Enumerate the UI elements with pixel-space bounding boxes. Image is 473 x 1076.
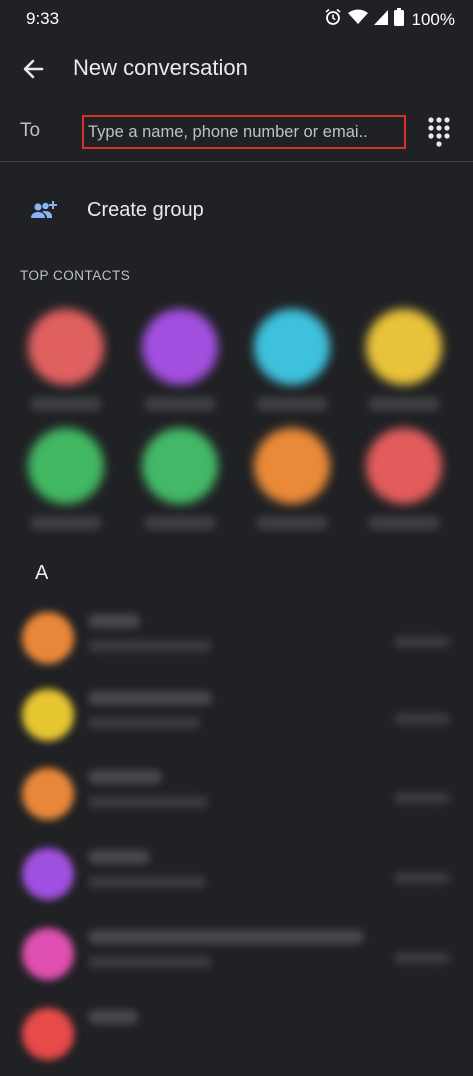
- battery-icon: [393, 8, 404, 31]
- alarm-icon: [324, 8, 342, 31]
- contact-list-item[interactable]: [0, 756, 473, 836]
- top-contact-item[interactable]: [130, 428, 230, 538]
- contact-name-placeholder: [88, 1010, 138, 1024]
- contact-name-placeholder: [30, 397, 102, 411]
- avatar: [142, 309, 218, 385]
- top-contact-item[interactable]: [354, 428, 454, 538]
- top-contact-item[interactable]: [242, 428, 342, 538]
- contact-name-placeholder: [256, 516, 328, 530]
- contact-detail-placeholder: [88, 640, 212, 652]
- contact-list-item[interactable]: [0, 677, 473, 757]
- create-group-button[interactable]: Create group: [0, 188, 473, 234]
- avatar: [22, 928, 74, 980]
- status-time: 9:33: [26, 9, 60, 28]
- contact-name-placeholder: [256, 397, 328, 411]
- battery-percentage: 100%: [411, 9, 455, 29]
- avatar: [366, 309, 442, 385]
- contact-name-placeholder: [88, 614, 140, 628]
- contact-list-item[interactable]: [0, 836, 473, 916]
- contact-type-placeholder: [394, 792, 450, 804]
- top-contact-item[interactable]: [354, 309, 454, 419]
- section-letter: A: [35, 562, 49, 584]
- contact-type-placeholder: [394, 872, 450, 884]
- contact-type-placeholder: [394, 713, 450, 725]
- contact-name-placeholder: [144, 516, 216, 530]
- contact-detail-placeholder: [88, 876, 206, 888]
- avatar: [22, 612, 74, 664]
- top-contact-item[interactable]: [130, 309, 230, 419]
- top-contact-item[interactable]: [16, 428, 116, 538]
- avatar: [22, 848, 74, 900]
- contact-detail-placeholder: [88, 717, 200, 729]
- contact-type-placeholder: [394, 636, 450, 648]
- contact-name-placeholder: [368, 397, 440, 411]
- page-title: New conversation: [73, 55, 248, 80]
- contact-name-placeholder: [88, 930, 364, 944]
- avatar: [22, 689, 74, 741]
- top-contact-item[interactable]: [16, 309, 116, 419]
- contact-name-placeholder: [368, 516, 440, 530]
- recipient-input[interactable]: [82, 115, 406, 149]
- contact-name-placeholder: [144, 397, 216, 411]
- contact-name-placeholder: [88, 691, 212, 705]
- avatar: [254, 428, 330, 504]
- avatar: [22, 1008, 74, 1060]
- avatar: [28, 309, 104, 385]
- divider: [0, 161, 473, 162]
- avatar: [28, 428, 104, 504]
- status-bar: 9:33 100%: [0, 0, 473, 40]
- cell-signal-icon: [373, 9, 388, 30]
- status-icons: 100%: [324, 8, 455, 31]
- contact-detail-placeholder: [88, 796, 208, 808]
- dialpad-button[interactable]: [428, 117, 450, 147]
- top-contact-item[interactable]: [242, 309, 342, 419]
- avatar: [366, 428, 442, 504]
- section-header-top-contacts: TOP CONTACTS: [20, 268, 131, 283]
- contact-name-placeholder: [88, 770, 162, 784]
- avatar: [142, 428, 218, 504]
- contact-list-item[interactable]: [0, 916, 473, 996]
- arrow-back-icon: [23, 59, 44, 79]
- wifi-icon: [347, 9, 368, 30]
- contact-detail-placeholder: [88, 956, 212, 968]
- contact-list-item[interactable]: [0, 996, 473, 1076]
- create-group-label: Create group: [87, 199, 204, 221]
- contact-name-placeholder: [88, 850, 150, 864]
- contact-type-placeholder: [394, 952, 450, 964]
- to-label: To: [20, 120, 41, 141]
- dialpad-icon: [428, 117, 450, 147]
- back-button[interactable]: [20, 55, 48, 83]
- group-add-icon: [30, 198, 58, 222]
- contact-list-item[interactable]: [0, 600, 473, 680]
- avatar: [254, 309, 330, 385]
- contact-name-placeholder: [30, 516, 102, 530]
- avatar: [22, 768, 74, 820]
